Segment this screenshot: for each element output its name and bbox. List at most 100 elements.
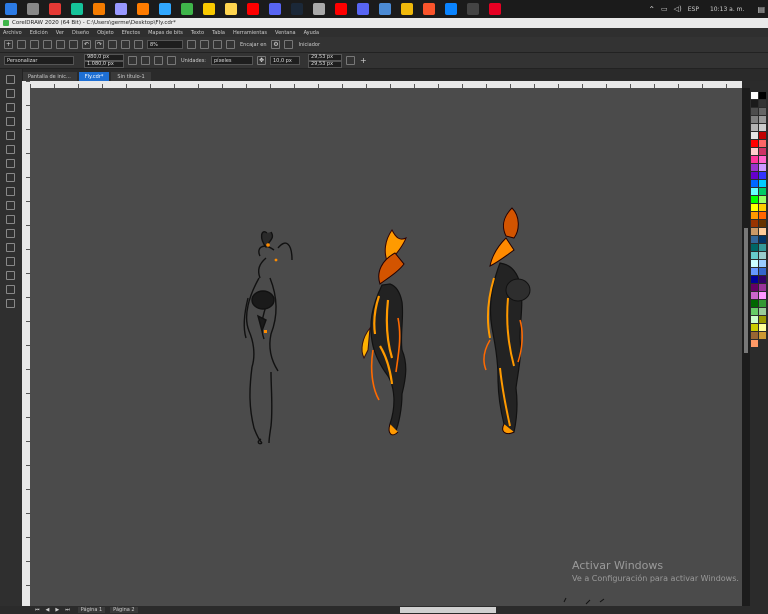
sticky-notes-icon[interactable] (225, 3, 237, 15)
landscape-icon[interactable] (141, 56, 150, 65)
drop-shadow-tool-icon[interactable] (6, 243, 15, 252)
figure-lineart[interactable] (243, 231, 293, 445)
photoshop-icon[interactable] (159, 3, 171, 15)
chevron-up-icon[interactable]: ⌃ (648, 5, 655, 14)
freehand-tool-icon[interactable] (6, 131, 15, 140)
drawing-canvas[interactable] (30, 88, 742, 606)
color-swatch[interactable] (751, 92, 758, 99)
vertical-scrollbar[interactable] (742, 88, 750, 606)
portrait-icon[interactable] (128, 56, 137, 65)
undo-icon[interactable]: ↶ (82, 40, 91, 49)
page-tab-1[interactable]: Página 1 (77, 607, 106, 613)
next-page-icon[interactable]: ▶ (55, 607, 59, 613)
color-swatch[interactable] (759, 228, 766, 235)
menu-item[interactable]: Herramientas (233, 30, 267, 36)
cloud-download-icon[interactable] (56, 40, 65, 49)
windows-icon[interactable] (5, 3, 17, 15)
color-swatch[interactable] (759, 284, 766, 291)
interactive-fill-icon[interactable] (6, 285, 15, 294)
color-swatch[interactable] (759, 116, 766, 123)
color-swatch[interactable] (751, 324, 758, 331)
color-swatch[interactable] (751, 196, 758, 203)
menu-item[interactable]: Ventana (275, 30, 296, 36)
color-swatch[interactable] (751, 268, 758, 275)
menu-item[interactable]: Efectos (122, 30, 140, 36)
color-swatch[interactable] (759, 172, 766, 179)
last-page-icon[interactable]: ⏭ (65, 607, 70, 613)
color-swatch[interactable] (751, 284, 758, 291)
color-swatch[interactable] (751, 308, 758, 315)
color-swatch[interactable] (759, 204, 766, 211)
horizontal-ruler[interactable] (30, 81, 742, 88)
rectangle-tool-icon[interactable] (6, 159, 15, 168)
crop-tool-icon[interactable] (6, 103, 15, 112)
color-swatch[interactable] (751, 132, 758, 139)
color-swatch[interactable] (751, 340, 758, 347)
color-swatch[interactable] (751, 332, 758, 339)
connector-tool-icon[interactable] (6, 229, 15, 238)
color-swatch[interactable] (759, 244, 766, 251)
obs-icon[interactable] (467, 3, 479, 15)
import-icon[interactable] (108, 40, 117, 49)
page-height-field[interactable]: 1.080,0 px (84, 60, 124, 68)
horizontal-scroll-thumb[interactable] (400, 607, 496, 613)
all-pages-icon[interactable] (154, 56, 163, 65)
color-swatch[interactable] (751, 100, 758, 107)
document-tab[interactable]: Fly.cdr* (78, 72, 110, 81)
stray-mark-1[interactable] (563, 597, 567, 603)
prev-page-icon[interactable]: ◀ (46, 607, 50, 613)
launcher-icon[interactable] (284, 40, 294, 49)
youtube-icon[interactable] (247, 3, 259, 15)
page-preset-dropdown[interactable]: Personalizar (4, 56, 74, 65)
record-icon[interactable] (49, 3, 61, 15)
vertical-scroll-thumb[interactable] (744, 228, 748, 353)
color-swatch[interactable] (759, 332, 766, 339)
stray-mark-2[interactable] (585, 599, 591, 605)
color-swatch[interactable] (751, 116, 758, 123)
current-page-icon[interactable] (167, 56, 176, 65)
color-swatch[interactable] (759, 300, 766, 307)
color-swatch[interactable] (751, 164, 758, 171)
menu-item[interactable]: Ayuda (304, 30, 319, 36)
speaker-icon[interactable]: ◁) (674, 5, 682, 13)
rulers-icon[interactable] (200, 40, 209, 49)
first-page-icon[interactable]: ⏮ (35, 607, 40, 613)
grid-icon[interactable] (213, 40, 222, 49)
document-tab[interactable]: Pantalla de inic... (22, 72, 77, 81)
color-swatch[interactable] (751, 276, 758, 283)
color-swatch[interactable] (751, 204, 758, 211)
shape-tool-icon[interactable] (6, 89, 15, 98)
color-swatch[interactable] (759, 196, 766, 203)
text-tool-icon[interactable] (6, 201, 15, 210)
clock[interactable]: 10:13 a. m. (710, 6, 744, 13)
color-swatch[interactable] (751, 188, 758, 195)
color-swatch[interactable] (759, 268, 766, 275)
menu-item[interactable]: Objeto (97, 30, 114, 36)
notifications-icon[interactable]: ▤ (757, 5, 765, 14)
zoom-tool-icon[interactable] (6, 117, 15, 126)
color-swatch[interactable] (751, 300, 758, 307)
snap-to-dropdown[interactable]: Encajar en (240, 42, 266, 48)
add-icon[interactable]: + (360, 56, 367, 65)
color-swatch[interactable] (759, 212, 766, 219)
ellipse-tool-icon[interactable] (6, 173, 15, 182)
document-tab[interactable]: Sin título-1 (111, 72, 151, 81)
color-swatch[interactable] (759, 220, 766, 227)
save-icon[interactable] (30, 40, 39, 49)
duplicate-y-field[interactable]: 29,53 px (308, 60, 342, 68)
pinterest-icon[interactable] (489, 3, 501, 15)
nudge-distance-field[interactable]: 10,0 px (270, 56, 300, 65)
pick-tool-icon[interactable] (6, 75, 15, 84)
color-swatch[interactable] (759, 276, 766, 283)
color-swatch[interactable] (759, 132, 766, 139)
color-swatch[interactable] (759, 188, 766, 195)
color-swatch[interactable] (751, 180, 758, 187)
guidelines-icon[interactable] (226, 40, 235, 49)
publish-pdf-icon[interactable] (134, 40, 143, 49)
color-swatch[interactable] (751, 220, 758, 227)
page-tab-2[interactable]: Página 2 (110, 607, 138, 613)
color-swatch[interactable] (751, 244, 758, 251)
coreldraw-icon[interactable] (181, 3, 193, 15)
brave-icon[interactable] (423, 3, 435, 15)
menu-item[interactable]: Texto (191, 30, 204, 36)
